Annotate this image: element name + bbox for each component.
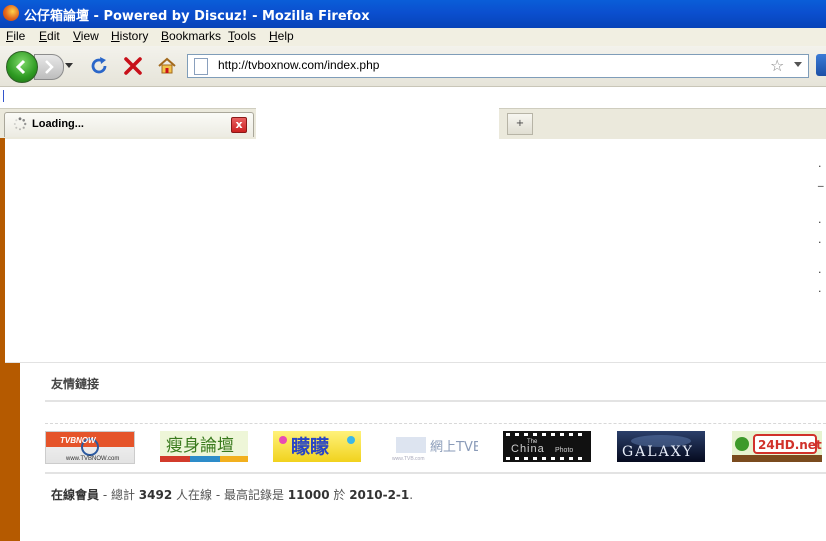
- clipped-text: ·: [818, 236, 822, 249]
- bookmark-star-icon[interactable]: ☆: [770, 56, 784, 75]
- link-logo-mengmeng[interactable]: 矇矇: [273, 431, 361, 462]
- tab-label: Loading...: [32, 118, 84, 130]
- galaxy-logo-icon: GALAXY: [622, 435, 694, 460]
- clipped-text: _: [818, 174, 824, 187]
- window-title: 公仔箱論壇 - Powered by Discuz! - Mozilla Fir…: [24, 9, 370, 24]
- menu-bar: File Edit View History Bookmarks Tools H…: [0, 28, 826, 46]
- online-text: 人在線 - 最高記錄是: [172, 488, 288, 502]
- tab-close-icon[interactable]: x: [231, 117, 247, 133]
- svg-text:GALAXY: GALAXY: [622, 444, 694, 460]
- link-logo-tvbnow[interactable]: TVBNOW www.TVBNOW.com: [45, 431, 135, 464]
- link-logo-galaxy[interactable]: GALAXY: [617, 431, 705, 462]
- firefox-icon: [3, 5, 19, 21]
- online-tvb-logo-icon: 網上TVB www.TVB.com: [392, 437, 478, 462]
- url-dropdown-icon[interactable]: [794, 62, 802, 67]
- text-cursor: [3, 90, 4, 102]
- forward-button[interactable]: [34, 54, 64, 80]
- svg-text:TVBNOW: TVBNOW: [60, 436, 97, 445]
- forward-arrow-icon: [45, 60, 54, 74]
- svg-text:網上TVB: 網上TVB: [430, 440, 478, 455]
- friend-links-title: 友情鏈接: [51, 377, 100, 391]
- svg-text:24HD.net: 24HD.net: [758, 438, 822, 452]
- divider-dashed: [45, 423, 826, 424]
- page-accent-bar-lower: [0, 363, 20, 541]
- tab-strip-right: [499, 108, 826, 139]
- mengmeng-logo-icon: 矇矇: [279, 435, 355, 458]
- svg-text:www.TVBNOW.com: www.TVBNOW.com: [65, 456, 119, 462]
- home-icon[interactable]: [156, 55, 178, 77]
- stop-icon[interactable]: [122, 55, 144, 77]
- clipped-text: .: [818, 157, 822, 170]
- online-text: .: [409, 488, 414, 502]
- clipped-text: ·: [818, 285, 822, 298]
- loading-spinner-icon: [13, 117, 27, 131]
- page-accent-bar: [0, 138, 5, 363]
- menu-edit[interactable]: Edit: [39, 29, 60, 43]
- svg-text:China: China: [511, 443, 545, 455]
- link-logo-slim-forum[interactable]: 瘦身論壇: [160, 431, 248, 462]
- online-text: - 總計: [99, 488, 139, 502]
- new-tab-button[interactable]: +: [507, 113, 533, 135]
- search-engine-icon[interactable]: [816, 54, 826, 76]
- page-icon: [194, 58, 208, 75]
- address-bar[interactable]: http://tvboxnow.com/index.php ☆: [187, 54, 809, 78]
- 24hd-logo-icon: 24HD.net: [732, 434, 822, 462]
- divider: [45, 472, 826, 474]
- history-dropdown-icon[interactable]: [64, 60, 74, 70]
- window-title-bar: 公仔箱論壇 - Powered by Discuz! - Mozilla Fir…: [0, 0, 826, 28]
- link-logo-china-photo[interactable]: The China Photo: [503, 431, 591, 462]
- online-date: 2010-2-1: [349, 488, 410, 502]
- link-logo-online-tvb[interactable]: 網上TVB www.TVB.com: [390, 431, 478, 462]
- online-members-link[interactable]: 在線會員: [51, 488, 99, 502]
- divider: [45, 400, 826, 402]
- tab-loading[interactable]: Loading... x: [4, 112, 254, 137]
- link-logo-24hd[interactable]: 24HD.net: [732, 431, 822, 462]
- url-input[interactable]: http://tvboxnow.com/index.php: [218, 58, 379, 72]
- online-members-line: 在線會員 - 總計 3492 人在線 - 最高記錄是 11000 於 2010-…: [51, 486, 413, 503]
- svg-text:瘦身論壇: 瘦身論壇: [166, 436, 234, 456]
- menu-history[interactable]: History: [111, 29, 148, 43]
- slim-forum-logo-icon: 瘦身論壇: [160, 436, 248, 462]
- clipped-text: ·: [818, 266, 822, 279]
- menu-file[interactable]: File: [6, 29, 25, 43]
- svg-text:矇矇: 矇矇: [291, 435, 329, 458]
- menu-view[interactable]: View: [73, 29, 99, 43]
- clipped-text: ·: [818, 216, 822, 229]
- svg-text:www.TVB.com: www.TVB.com: [392, 456, 425, 462]
- online-max: 11000: [287, 488, 330, 502]
- china-photo-logo-icon: The China Photo: [506, 433, 582, 460]
- online-text: 於: [329, 488, 350, 502]
- divider: [5, 362, 826, 363]
- svg-text:Photo: Photo: [555, 447, 573, 454]
- tvbnow-logo-icon: TVBNOW www.TVBNOW.com: [46, 432, 134, 462]
- menu-bookmarks[interactable]: Bookmarks: [161, 29, 221, 43]
- back-arrow-icon: [15, 59, 26, 75]
- menu-help[interactable]: Help: [269, 29, 294, 43]
- back-button[interactable]: [6, 51, 38, 83]
- menu-tools[interactable]: Tools: [228, 29, 256, 43]
- online-count: 3492: [138, 488, 173, 502]
- reload-icon[interactable]: [88, 55, 110, 77]
